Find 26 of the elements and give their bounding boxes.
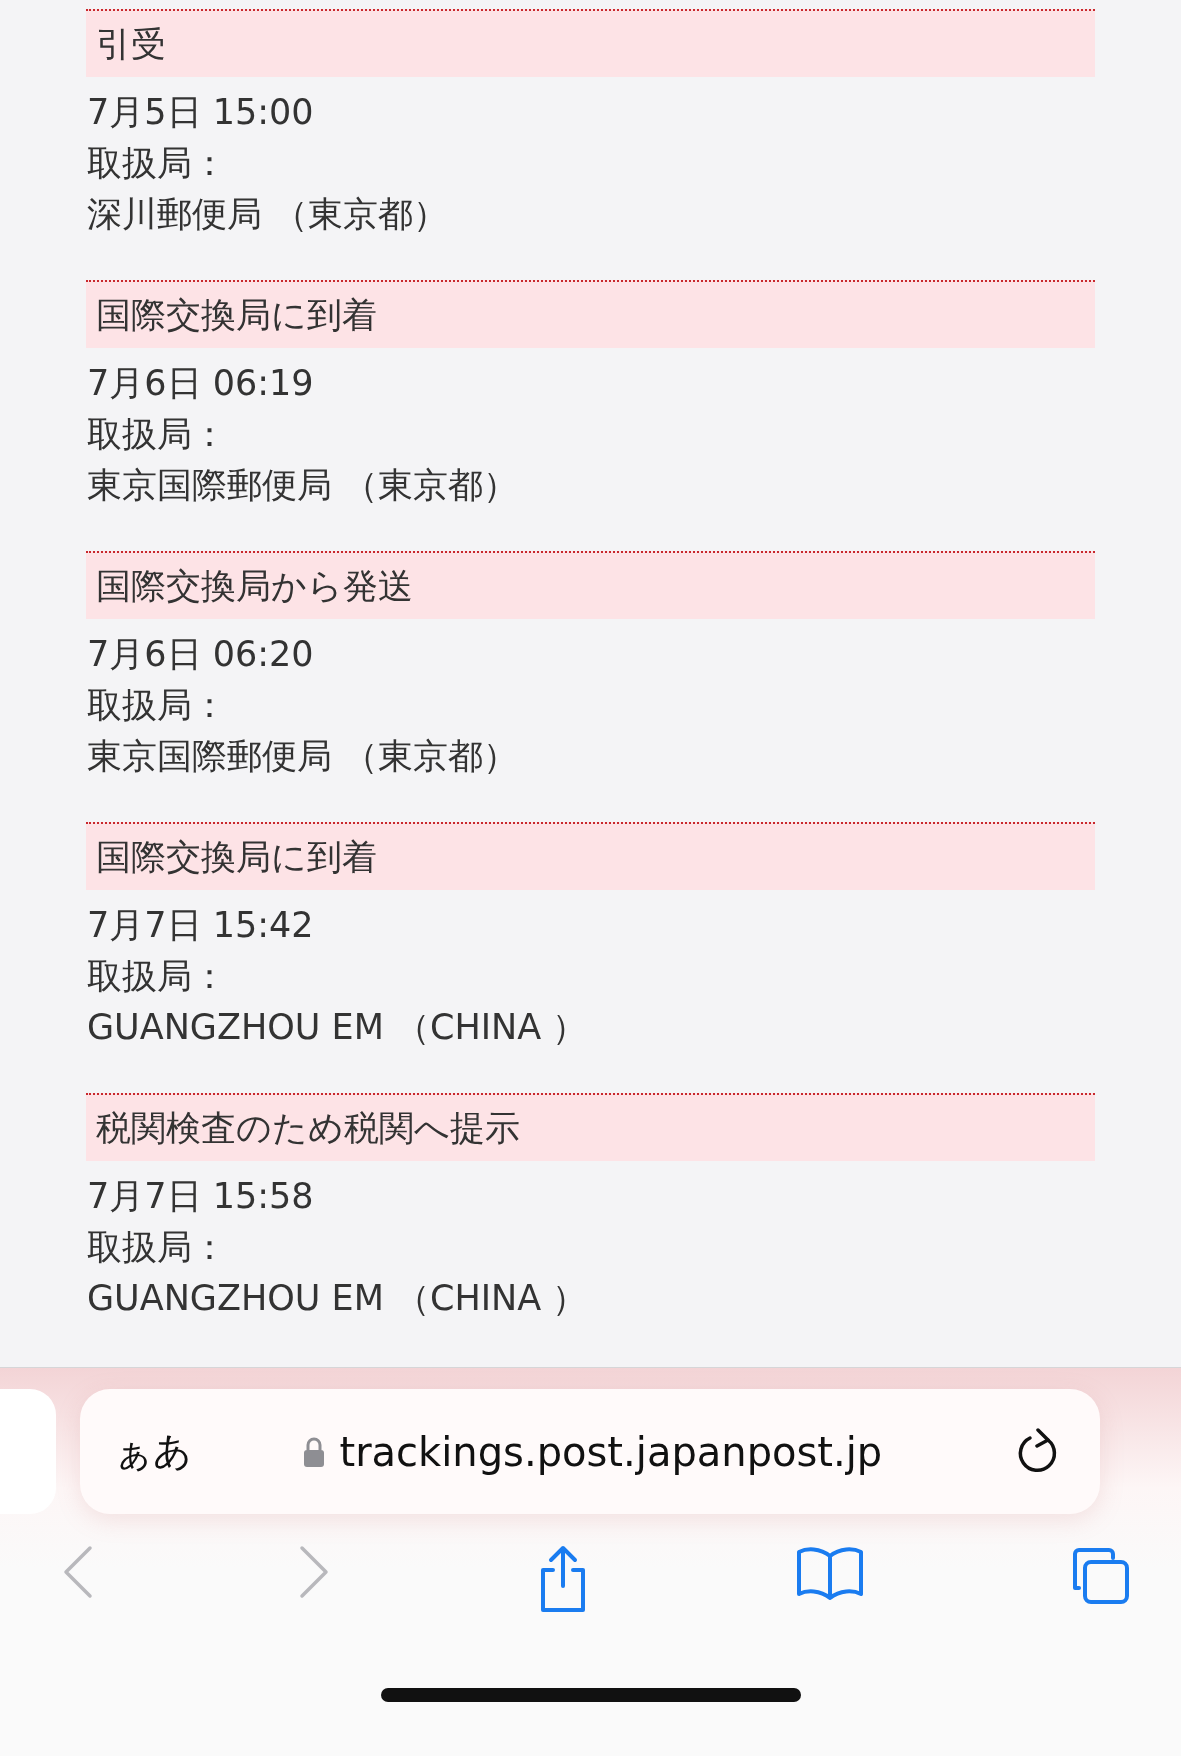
status-heading: 引受 bbox=[86, 9, 1095, 77]
back-chevron-icon bbox=[62, 1544, 94, 1600]
event-datetime: 7月7日 15:58 bbox=[87, 1175, 314, 1218]
office-name: 深川郵便局 （東京都） bbox=[87, 193, 449, 236]
office-label: 取扱局： bbox=[87, 1226, 227, 1269]
status-heading: 国際交換局に到着 bbox=[86, 822, 1095, 890]
office-label: 取扱局： bbox=[87, 142, 227, 185]
event-datetime: 7月6日 06:20 bbox=[87, 633, 314, 676]
office-label: 取扱局： bbox=[87, 955, 227, 998]
office-name: GUANGZHOU EM （CHINA ） bbox=[87, 1006, 588, 1049]
office-label: 取扱局： bbox=[87, 684, 227, 727]
office-name: 東京国際郵便局 （東京都） bbox=[87, 735, 519, 778]
status-heading: 税関検査のため税関へ提示 bbox=[86, 1093, 1095, 1161]
address-bar[interactable]: ぁあ trackings.post.japanpost.jp bbox=[80, 1389, 1100, 1514]
office-label: 取扱局： bbox=[87, 413, 227, 456]
status-heading: 国際交換局に到着 bbox=[86, 280, 1095, 348]
office-name: 東京国際郵便局 （東京都） bbox=[87, 464, 519, 507]
event-datetime: 7月7日 15:42 bbox=[87, 904, 314, 947]
book-icon bbox=[794, 1544, 865, 1600]
text-size-button[interactable]: ぁあ bbox=[114, 1426, 192, 1477]
event-datetime: 7月5日 15:00 bbox=[87, 91, 314, 134]
event-datetime: 7月6日 06:19 bbox=[87, 362, 314, 405]
url-text: trackings.post.japanpost.jp bbox=[339, 1428, 883, 1475]
forward-chevron-icon bbox=[298, 1544, 331, 1600]
status-heading: 国際交換局から発送 bbox=[86, 551, 1095, 619]
office-name: GUANGZHOU EM （CHINA ） bbox=[87, 1277, 588, 1320]
